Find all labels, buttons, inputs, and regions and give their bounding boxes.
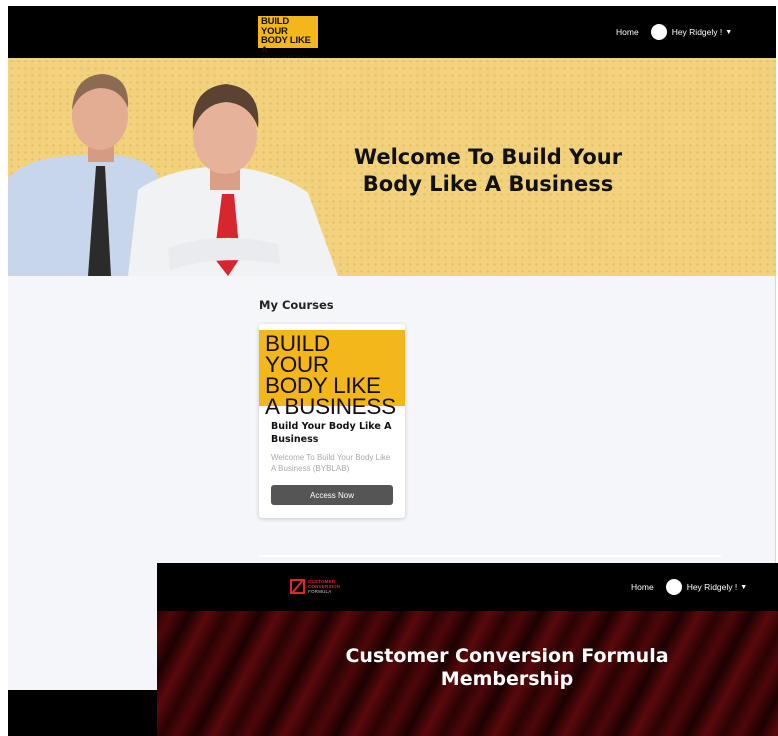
thumb-line: BUILD YOUR xyxy=(265,331,330,377)
hero-portrait-image xyxy=(8,74,338,276)
course-title[interactable]: Build Your Body Like A Business xyxy=(271,420,395,446)
logo-icon xyxy=(290,579,305,594)
logo-text: CUSTOMER CONVERSION FORMULA xyxy=(308,579,340,594)
home-link[interactable]: Home xyxy=(631,582,654,592)
hero-banner: Welcome To Build Your Body Like A Busine… xyxy=(8,58,776,276)
content-divider xyxy=(259,555,721,557)
access-now-button[interactable]: Access Now xyxy=(271,485,393,505)
section-title: My Courses xyxy=(259,298,334,312)
thumb-line: BODY LIKE xyxy=(265,373,381,398)
logo-line: BODY LIKE xyxy=(261,35,311,47)
avatar[interactable] xyxy=(650,24,667,40)
chevron-down-icon[interactable]: ▼ xyxy=(725,29,732,36)
course-description: Welcome To Build Your Body Like A Busine… xyxy=(271,453,391,473)
thumb-line: A BUSINESS xyxy=(265,394,396,419)
user-greeting[interactable]: Hey Ridgely ! xyxy=(687,582,738,592)
footer xyxy=(8,690,168,736)
hero-title: Welcome To Build Your Body Like A Busine… xyxy=(353,145,623,196)
top-nav: BUILD YOUR BODY LIKE A BUSINESS Home Hey… xyxy=(8,6,776,65)
logo-line: FORMULA xyxy=(308,589,332,594)
nav-right: Home Hey Ridgely ! ▼ xyxy=(616,6,732,58)
hero-title: Customer Conversion Formula Membership xyxy=(345,645,669,690)
home-link[interactable]: Home xyxy=(616,27,639,37)
ccf-window: CUSTOMER CONVERSION FORMULA Home Hey Rid… xyxy=(157,563,778,736)
nav-right: Home Hey Ridgely ! ▼ xyxy=(631,563,747,611)
logo-line: BUILD YOUR xyxy=(261,16,290,37)
site-logo[interactable]: BUILD YOUR BODY LIKE A BUSINESS xyxy=(258,16,318,65)
user-greeting[interactable]: Hey Ridgely ! xyxy=(672,27,723,37)
chevron-down-icon[interactable]: ▼ xyxy=(740,584,747,591)
course-thumbnail[interactable]: BUILD YOUR BODY LIKE A BUSINESS xyxy=(259,330,405,418)
site-logo[interactable]: CUSTOMER CONVERSION FORMULA xyxy=(290,579,340,594)
avatar[interactable] xyxy=(665,579,682,595)
top-nav: CUSTOMER CONVERSION FORMULA Home Hey Rid… xyxy=(157,563,778,611)
course-card[interactable]: BUILD YOUR BODY LIKE A BUSINESS Build Yo… xyxy=(259,324,405,518)
